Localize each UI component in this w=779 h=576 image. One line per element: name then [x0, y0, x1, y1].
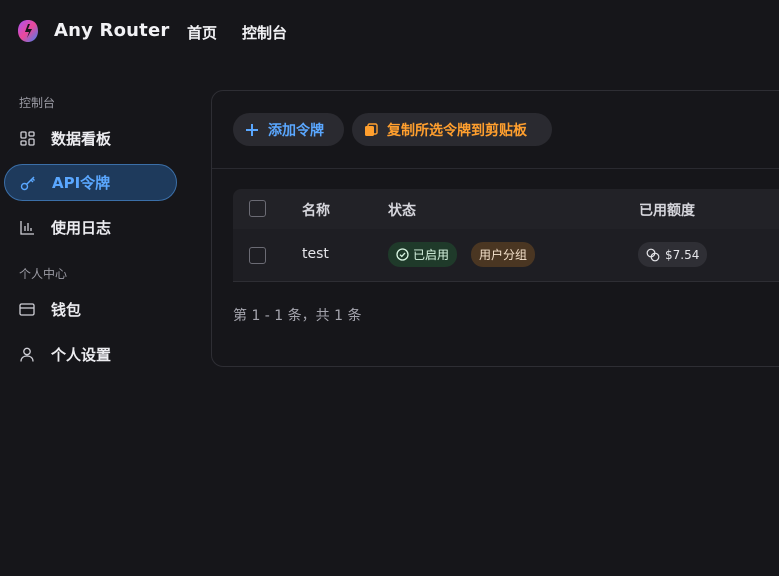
nav-home-link[interactable]: 首页: [187, 22, 217, 43]
coins-icon: [646, 248, 660, 262]
sidebar-item-wallet[interactable]: 钱包: [4, 291, 177, 328]
grid-icon: [19, 131, 35, 147]
column-header-used-quota[interactable]: 已用额度: [639, 200, 695, 220]
copy-icon: [364, 122, 378, 137]
sidebar-item-label: 使用日志: [51, 219, 112, 237]
sidebar-item-usage-logs[interactable]: 使用日志: [4, 209, 177, 246]
nav-console-link[interactable]: 控制台: [242, 22, 287, 43]
card-icon: [19, 302, 35, 318]
column-header-status[interactable]: 状态: [388, 200, 416, 220]
table-row[interactable]: test 已启用 用户分组 $7.54: [233, 229, 779, 282]
copy-selected-tokens-button[interactable]: 复制所选令牌到剪贴板: [352, 113, 552, 146]
any-router-logo-icon[interactable]: [16, 18, 40, 44]
check-circle-icon: [396, 248, 409, 261]
copy-selected-label: 复制所选令牌到剪贴板: [387, 122, 527, 139]
used-quota-value: $7.54: [665, 247, 700, 262]
table-header: 名称 状态 已用额度: [233, 189, 779, 229]
used-quota-badge: $7.54: [638, 242, 708, 267]
plus-icon: [245, 123, 259, 137]
toolbar-divider: [212, 168, 779, 169]
status-text: 已启用: [413, 248, 450, 262]
sidebar-section-personal: 个人中心: [19, 267, 68, 281]
sidebar-section-console: 控制台: [19, 96, 56, 110]
sidebar-item-label: API令牌: [52, 174, 111, 192]
group-badge: 用户分组: [471, 242, 536, 267]
pagination-summary: 第 1 - 1 条，共 1 条: [233, 308, 362, 324]
status-badge: 已启用: [388, 242, 458, 267]
column-header-name[interactable]: 名称: [302, 200, 330, 220]
add-token-button[interactable]: 添加令牌: [233, 113, 344, 146]
sidebar-item-label: 个人设置: [51, 346, 112, 364]
sidebar-item-label: 数据看板: [51, 130, 112, 148]
bar-chart-icon: [19, 220, 35, 236]
user-icon: [19, 347, 35, 363]
top-header: Any Router 首页 控制台: [0, 0, 779, 62]
tokens-panel: 添加令牌 复制所选令牌到剪贴板 名称 状态 已用额度 test 已启用 用户分组…: [211, 90, 779, 367]
token-name: test: [302, 246, 329, 262]
row-select-checkbox[interactable]: [249, 247, 266, 264]
sidebar-item-settings[interactable]: 个人设置: [4, 336, 177, 373]
add-token-label: 添加令牌: [268, 122, 324, 139]
brand-name[interactable]: Any Router: [54, 20, 169, 41]
sidebar-item-dashboard[interactable]: 数据看板: [4, 120, 177, 157]
sidebar-item-api-tokens[interactable]: API令牌: [4, 164, 177, 201]
sidebar-item-label: 钱包: [51, 301, 82, 319]
select-all-checkbox[interactable]: [249, 200, 266, 217]
key-icon: [20, 175, 36, 191]
